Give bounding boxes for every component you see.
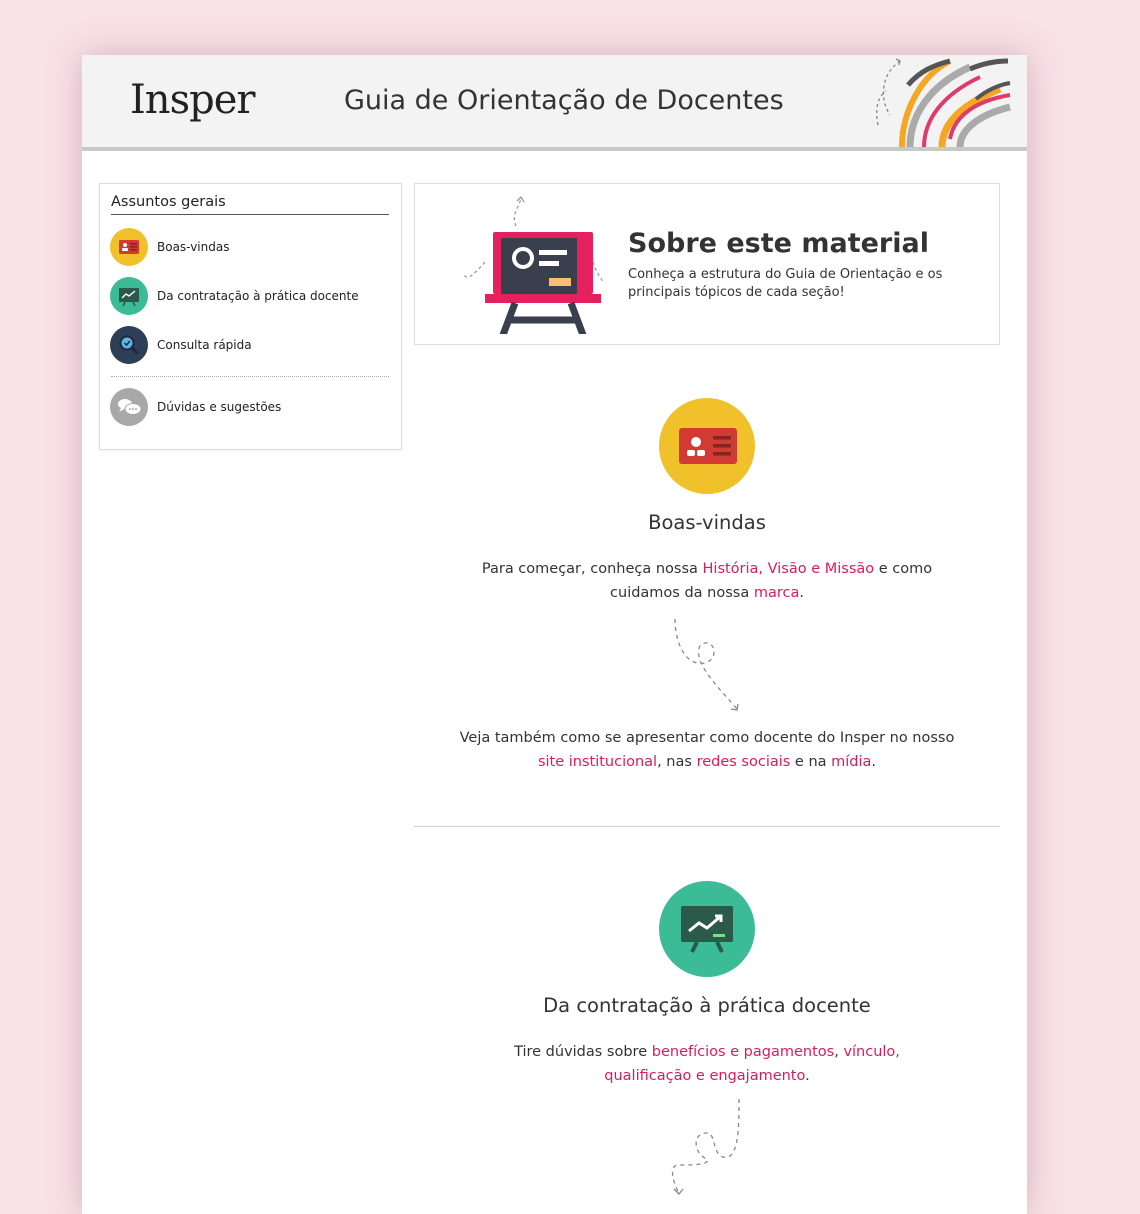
text-segment: Para começar, conheça nossa (481, 561, 703, 577)
dashed-arrow-icon (674, 618, 739, 711)
sidebar-item-consulta-rapida[interactable]: Consulta rápida (110, 326, 390, 366)
qualificacao-engajamento-link[interactable]: qualificação e engajamento (604, 1068, 805, 1084)
about-material-card[interactable]: Sobre este material Conheça a estrutura … (414, 183, 1000, 345)
presentation-board-icon (110, 277, 148, 315)
site-header: Insper Guia de Orientação de Docentes (82, 55, 1027, 151)
chat-bubbles-icon (110, 388, 148, 426)
about-title: Sobre este material (628, 228, 929, 259)
decorative-arcs-icon (876, 58, 1011, 147)
contratacao-section-icon[interactable] (659, 881, 755, 977)
marca-link[interactable]: marca (754, 585, 800, 601)
text-segment: . (799, 585, 804, 601)
beneficios-pagamentos-link[interactable]: benefícios e pagamentos (652, 1044, 834, 1060)
sidebar-item-label: Dúvidas e sugestões (157, 400, 282, 414)
id-card-icon (110, 228, 148, 266)
chalkboard-illustration-icon (462, 195, 604, 334)
boas-vindas-title: Boas-vindas (648, 511, 766, 534)
text-segment: . (805, 1068, 810, 1084)
sidebar-item-contratacao[interactable]: Da contratação à prática docente (110, 277, 390, 317)
boas-vindas-section-icon[interactable] (659, 398, 755, 494)
page-container: Insper Guia de Orientação de Docentes As… (82, 55, 1027, 1214)
contratacao-paragraph-1: Tire dúvidas sobre benefícios e pagament… (474, 1040, 940, 1088)
site-title: Guia de Orientação de Docentes (344, 85, 784, 116)
sidebar-divider (111, 376, 389, 377)
site-institucional-link[interactable]: site institucional (538, 754, 657, 770)
midia-link[interactable]: mídia (831, 754, 871, 770)
dashed-arrow-icon (671, 1098, 740, 1195)
presentation-board-icon (681, 906, 733, 953)
sidebar-item-label: Boas-vindas (157, 240, 230, 254)
text-segment: e na (790, 754, 832, 770)
id-card-icon (679, 428, 737, 464)
sidebar-item-duvidas[interactable]: Dúvidas e sugestões (110, 388, 390, 428)
insper-logo[interactable]: Insper (130, 77, 255, 123)
redes-sociais-link[interactable]: redes sociais (697, 754, 791, 770)
boas-vindas-paragraph-2: Veja também como se apresentar como doce… (454, 726, 960, 774)
vinculo-link[interactable]: vínculo, (843, 1044, 899, 1060)
sidebar-menu: Assuntos gerais Boas-vindas Da contrataç… (99, 183, 402, 450)
text-segment: Tire dúvidas sobre (514, 1044, 652, 1060)
historia-visao-missao-link[interactable]: História, Visão e Missão (703, 561, 875, 577)
text-segment: . (871, 754, 877, 770)
sidebar-item-label: Da contratação à prática docente (157, 289, 359, 303)
sidebar-item-label: Consulta rápida (157, 338, 252, 352)
boas-vindas-paragraph-1: Para começar, conheça nossa História, Vi… (454, 557, 960, 605)
section-divider (414, 826, 1000, 827)
contratacao-title: Da contratação à prática docente (543, 994, 871, 1017)
magnifier-icon (110, 326, 148, 364)
about-description: Conheça a estrutura do Guia de Orientaçã… (628, 267, 943, 300)
text-segment: , nas (657, 754, 697, 770)
sidebar-item-boas-vindas[interactable]: Boas-vindas (110, 228, 390, 268)
text-segment: Veja também como se apresentar como doce… (459, 730, 955, 746)
sidebar-title: Assuntos gerais (111, 194, 389, 215)
